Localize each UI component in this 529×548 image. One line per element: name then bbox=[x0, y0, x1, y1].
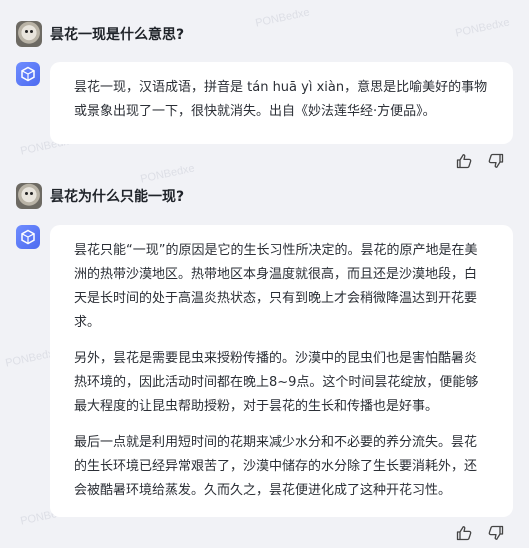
bot-icon bbox=[16, 62, 40, 86]
answer-card-2: 昙花只能“一现”的原因是它的生长习性所决定的。昙花的原产地是在美洲的热带沙漠地区… bbox=[50, 225, 513, 517]
user-message-1: 昙花一现是什么意思? bbox=[16, 21, 184, 47]
question-text: 昙花一现是什么意思? bbox=[50, 27, 185, 43]
watermark: PONBedxe bbox=[454, 16, 511, 40]
answer-paragraph: 昙花一现，汉语成语，拼音是 tán huā yì xiàn，意思是比喻美好的事物… bbox=[74, 80, 488, 119]
answer-paragraph: 另外，昙花是需要昆虫来授粉传播的。沙漠中的昆虫们也是害怕酷暑炎热环境的，因此活动… bbox=[74, 351, 479, 414]
user-message-2: 昙花为什么只能一现? bbox=[16, 183, 184, 209]
thumbs-down-icon[interactable] bbox=[487, 524, 505, 542]
watermark: PONBedxe bbox=[254, 6, 311, 30]
thumbs-up-icon[interactable] bbox=[455, 152, 473, 170]
user-avatar bbox=[16, 183, 42, 209]
thumbs-up-icon[interactable] bbox=[455, 524, 473, 542]
bot-icon bbox=[16, 225, 40, 249]
feedback-bar-2 bbox=[455, 524, 505, 542]
answer-paragraph: 昙花只能“一现”的原因是它的生长习性所决定的。昙花的原产地是在美洲的热带沙漠地区… bbox=[74, 243, 478, 330]
answer-paragraph: 最后一点就是利用短时间的花期来减少水分和不必要的养分流失。昙花的生长环境已经异常… bbox=[74, 435, 478, 498]
thumbs-down-icon[interactable] bbox=[487, 152, 505, 170]
feedback-bar-1 bbox=[455, 152, 505, 170]
question-text: 昙花为什么只能一现? bbox=[50, 189, 185, 205]
answer-card-1: 昙花一现，汉语成语，拼音是 tán huā yì xiàn，意思是比喻美好的事物… bbox=[50, 62, 513, 144]
user-avatar bbox=[16, 21, 42, 47]
